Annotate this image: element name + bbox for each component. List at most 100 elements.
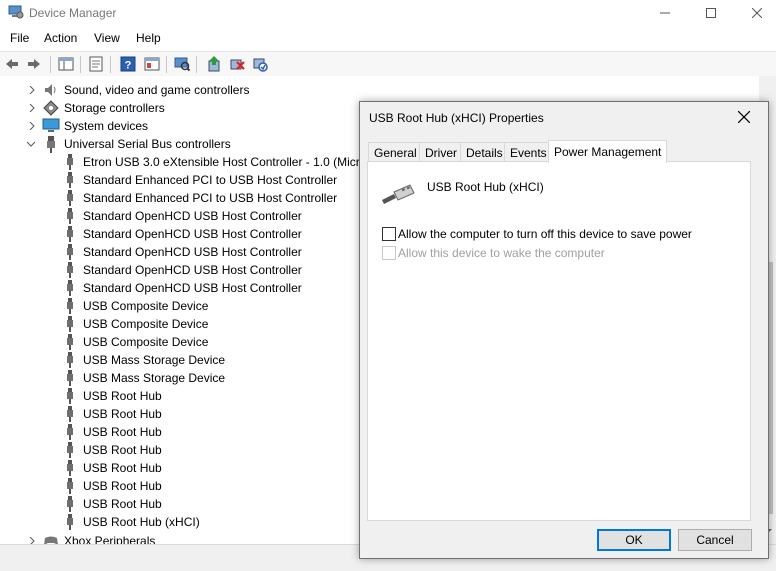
allow-turn-off-label[interactable]: Allow the computer to turn off this devi… [398, 227, 692, 241]
tab-events[interactable]: Events [504, 142, 553, 163]
speaker-icon [45, 84, 56, 96]
usb-device-label: Standard OpenHCD USB Host Controller [83, 227, 302, 241]
allow-turn-off-checkbox[interactable] [382, 227, 396, 241]
usb-device-row[interactable]: USB Root Hub [0, 405, 360, 423]
usb-device-label: USB Mass Storage Device [83, 371, 226, 385]
tab-power-management[interactable]: Power Management [548, 140, 668, 163]
usb-device-label: Standard Enhanced PCI to USB Host Contro… [83, 173, 338, 187]
usb-device-label: USB Root Hub [83, 443, 162, 457]
uninstall-device-icon[interactable] [229, 56, 245, 72]
usb-device-row[interactable]: USB Mass Storage Device [0, 369, 360, 387]
maximize-icon [706, 8, 716, 18]
close-button[interactable] [734, 0, 776, 26]
toolbar-separator [196, 56, 197, 73]
menu-file[interactable]: File [10, 31, 29, 45]
power-management-panel: USB Root Hub (xHCI) Allow the computer t… [367, 161, 751, 521]
svg-text:?: ? [125, 60, 132, 72]
usb-icon [67, 244, 73, 260]
close-icon [752, 8, 762, 18]
usb-icon [67, 172, 73, 188]
usb-icon [67, 226, 73, 242]
maximize-button[interactable] [688, 0, 734, 26]
chevron-right-icon[interactable] [28, 122, 36, 130]
menu-action[interactable]: Action [44, 31, 77, 45]
chevron-down-icon[interactable] [27, 140, 35, 148]
properties-icon[interactable] [88, 56, 104, 72]
usb-device-row[interactable]: Standard OpenHCD USB Host Controller [0, 243, 360, 261]
usb-device-label: Standard OpenHCD USB Host Controller [83, 209, 302, 223]
chevron-right-icon[interactable] [28, 86, 36, 94]
ok-button[interactable]: OK [597, 529, 671, 551]
usb-device-row[interactable]: USB Root Hub [0, 423, 360, 441]
usb-device-row[interactable]: USB Mass Storage Device [0, 351, 360, 369]
show-hide-console-tree-icon[interactable] [58, 56, 74, 72]
minimize-button[interactable] [642, 0, 688, 26]
usb-icon [67, 442, 73, 458]
usb-device-label: USB Composite Device [83, 335, 209, 349]
usb-device-row[interactable]: Standard OpenHCD USB Host Controller [0, 261, 360, 279]
tab-details[interactable]: Details [460, 142, 509, 163]
update-driver-icon[interactable] [206, 56, 222, 72]
tab-driver[interactable]: Driver [419, 142, 463, 163]
usb-icon [67, 334, 73, 350]
usb-device-row[interactable]: Etron USB 3.0 eXtensible Host Controller… [0, 153, 366, 171]
usb-device-row[interactable]: USB Composite Device [0, 297, 360, 315]
usb-device-label: Standard Enhanced PCI to USB Host Contro… [83, 191, 338, 205]
usb-device-row[interactable]: USB Root Hub [0, 441, 360, 459]
usb-device-row[interactable]: USB Composite Device [0, 315, 360, 333]
usb-device-row[interactable]: USB Root Hub [0, 459, 360, 477]
usb-device-row[interactable]: Standard Enhanced PCI to USB Host Contro… [0, 189, 360, 207]
usb-device-row[interactable]: USB Root Hub [0, 477, 360, 495]
allow-wake-label: Allow this device to wake the computer [398, 246, 605, 260]
forward-arrow-icon[interactable] [26, 56, 42, 72]
tree-category-usb[interactable]: Universal Serial Bus controllers [0, 135, 360, 153]
tree-category-label: Storage controllers [64, 101, 165, 115]
usb-device-label: USB Root Hub [83, 497, 162, 511]
menu-view[interactable]: View [94, 31, 120, 45]
cancel-button[interactable]: Cancel [678, 529, 752, 551]
back-arrow-icon[interactable] [4, 56, 20, 72]
usb-device-row[interactable]: Standard OpenHCD USB Host Controller [0, 279, 360, 297]
toolbar: ? [0, 51, 776, 77]
toolbar-separator [166, 56, 167, 73]
usb-device-row[interactable]: USB Root Hub [0, 495, 360, 513]
tree-category-system[interactable]: System devices [0, 117, 360, 135]
usb-device-label: USB Root Hub (xHCI) [83, 515, 200, 529]
menu-help[interactable]: Help [136, 31, 161, 45]
usb-icon [67, 406, 73, 422]
usb-icon [67, 190, 73, 206]
gamepad-icon [44, 536, 58, 544]
minimize-icon [660, 12, 670, 14]
tree-category-xbox[interactable]: Xbox Peripherals [0, 532, 360, 544]
device-name: USB Root Hub (xHCI) [427, 180, 544, 194]
allow-wake-checkbox [382, 246, 396, 260]
usb-device-label: USB Root Hub [83, 389, 162, 403]
chevron-right-icon[interactable] [28, 537, 36, 544]
usb-device-row[interactable]: Standard OpenHCD USB Host Controller [0, 225, 360, 243]
usb-icon [47, 136, 55, 153]
scan-hardware-icon[interactable] [174, 56, 190, 72]
chevron-right-icon[interactable] [28, 104, 36, 112]
help-icon[interactable]: ? [120, 56, 136, 72]
dialog-title: USB Root Hub (xHCI) Properties [369, 111, 544, 125]
tree-category-sound[interactable]: Sound, video and game controllers [0, 81, 360, 99]
dialog-close-button[interactable] [735, 108, 753, 126]
usb-device-label: USB Root Hub [83, 425, 162, 439]
usb-icon [67, 316, 73, 332]
usb-icon [67, 154, 73, 170]
enable-device-icon[interactable] [252, 56, 268, 72]
usb-device-row[interactable]: Standard Enhanced PCI to USB Host Contro… [0, 171, 360, 189]
usb-device-row[interactable]: Standard OpenHCD USB Host Controller [0, 207, 360, 225]
usb-device-row[interactable]: USB Root Hub [0, 387, 360, 405]
tree-category-storage[interactable]: Storage controllers [0, 99, 360, 117]
usb-icon [67, 514, 73, 530]
monitor-icon [42, 118, 60, 132]
usb-icon [67, 298, 73, 314]
close-icon [738, 111, 750, 123]
action-pane-icon[interactable] [144, 56, 160, 72]
usb-device-label: USB Root Hub [83, 479, 162, 493]
usb-device-row[interactable]: USB Root Hub (xHCI) [0, 513, 360, 531]
usb-device-row[interactable]: USB Composite Device [0, 333, 360, 351]
tab-general[interactable]: General [368, 142, 423, 163]
usb-device-label: USB Root Hub [83, 461, 162, 475]
